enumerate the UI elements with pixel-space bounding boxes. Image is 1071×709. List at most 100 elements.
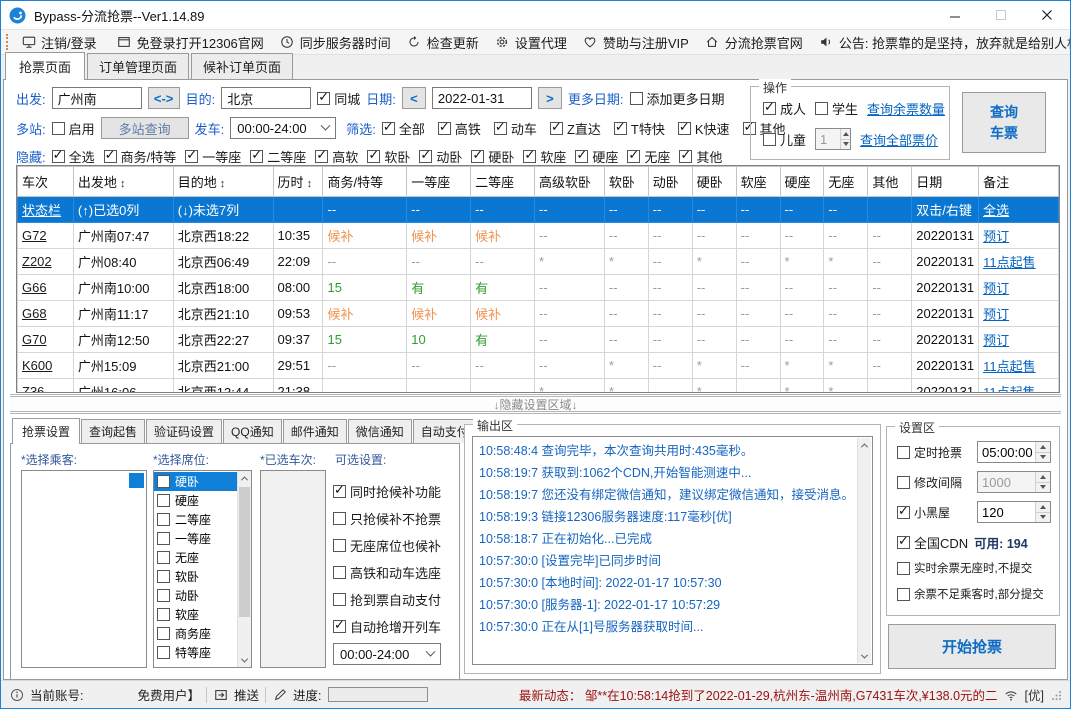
seat-option-一等座[interactable]: 一等座: [154, 529, 237, 548]
toolbar-item-5[interactable]: 赞助与注册VIP: [575, 33, 697, 52]
seat-option-动卧[interactable]: 动卧: [154, 586, 237, 605]
settings-tab-邮件通知[interactable]: 邮件通知: [282, 419, 347, 443]
settings-tab-QQ通知[interactable]: QQ通知: [223, 419, 282, 443]
hide-seat-checkbox-5[interactable]: 软卧: [367, 147, 410, 166]
date-input[interactable]: [431, 87, 532, 109]
column-header-高级软卧[interactable]: 高级软卧: [533, 166, 605, 197]
remark-link[interactable]: 11点起售: [978, 378, 1059, 392]
seat-option-硬卧[interactable]: 硬卧: [154, 472, 237, 491]
settings-tab-查询起售[interactable]: 查询起售: [81, 419, 146, 443]
toolbar-item-6[interactable]: 分流抢票官网: [697, 33, 811, 52]
scroll-down-icon[interactable]: [858, 649, 871, 663]
scroll-up-icon[interactable]: [238, 471, 251, 485]
column-header-软卧[interactable]: 软卧: [603, 166, 649, 197]
column-header-备注[interactable]: 备注: [978, 166, 1059, 197]
remark-link[interactable]: 11点起售: [978, 248, 1059, 275]
output-scrollbar[interactable]: [857, 438, 871, 663]
column-header-动卧[interactable]: 动卧: [647, 166, 693, 197]
seats-listbox[interactable]: 硬卧 硬座 二等座 一等座 无座 软卧 动卧 软座 商务座 特等座: [153, 470, 252, 668]
hide-seat-checkbox-3[interactable]: 二等座: [250, 147, 306, 166]
resize-grip[interactable]: [1052, 690, 1062, 700]
tab-订单管理页面[interactable]: 订单管理页面: [87, 53, 190, 79]
same-city-checkbox[interactable]: 同城: [317, 89, 360, 108]
train-type-checkbox-2[interactable]: 动车: [493, 119, 537, 138]
status-row[interactable]: 状态栏 (↑)已选0列 (↓)未选7列 -- -- -- -- -- -- -- -- -- -- 双击/…: [17, 196, 1059, 223]
column-header-硬卧[interactable]: 硬卧: [691, 166, 737, 197]
settings-checkbox-1[interactable]: 修改间隔: [897, 474, 962, 491]
toolbar-item-4[interactable]: 设置代理: [487, 33, 575, 52]
option-checkbox-0[interactable]: 同时抢候补功能: [333, 482, 441, 501]
hide-seat-checkbox-10[interactable]: 无座: [627, 147, 670, 166]
hide-seat-checkbox-1[interactable]: 商务/特等: [103, 147, 176, 166]
swap-stations-button[interactable]: <->: [147, 87, 180, 109]
spinner-arrows-icon[interactable]: [840, 129, 851, 149]
child-count-spinner[interactable]: 1: [815, 128, 852, 150]
tab-抢票页面[interactable]: 抢票页面: [5, 52, 86, 80]
student-checkbox[interactable]: 学生: [815, 99, 858, 118]
train-number-link[interactable]: G68: [17, 300, 74, 327]
remark-link[interactable]: 11点起售: [978, 352, 1059, 379]
train-type-checkbox-5[interactable]: K快速: [677, 119, 730, 138]
query-tickets-link[interactable]: 查询余票数量: [867, 99, 945, 118]
start-grab-button[interactable]: 开始抢票: [888, 624, 1056, 669]
column-header-二等座[interactable]: 二等座: [470, 166, 535, 197]
toolbar-item-3[interactable]: 检查更新: [399, 33, 487, 52]
settings-tab-抢票设置[interactable]: 抢票设置: [12, 418, 81, 444]
seat-option-商务座[interactable]: 商务座: [154, 624, 237, 643]
remark-link[interactable]: 预订: [978, 274, 1059, 301]
hide-seat-checkbox-2[interactable]: 一等座: [185, 147, 241, 166]
toolbar-item-2[interactable]: 同步服务器时间: [272, 33, 399, 52]
remark-link[interactable]: 预订: [978, 326, 1059, 353]
seat-option-软卧[interactable]: 软卧: [154, 567, 237, 586]
passengers-listbox[interactable]: [21, 470, 147, 668]
spinner-arrows-icon[interactable]: [1035, 472, 1050, 492]
date-prev-button[interactable]: <: [401, 87, 426, 109]
seats-scrollbar[interactable]: [237, 471, 251, 667]
column-header-目的地[interactable]: 目的地 ↕: [172, 166, 274, 197]
hide-seat-checkbox-4[interactable]: 高软: [315, 147, 358, 166]
extra-checkbox-1[interactable]: 余票不足乘客时,部分提交: [897, 586, 1044, 602]
train-type-checkbox-3[interactable]: Z直达: [549, 119, 601, 138]
column-header-历时[interactable]: 历时 ↕: [272, 166, 324, 197]
定时抢票-spinner[interactable]: 05:00:00: [977, 441, 1051, 463]
train-number-link[interactable]: G70: [17, 326, 74, 353]
column-header-一等座[interactable]: 一等座: [406, 166, 472, 197]
child-checkbox[interactable]: 儿童: [763, 130, 806, 149]
column-header-软座[interactable]: 软座: [735, 166, 781, 197]
settings-tab-验证码设置[interactable]: 验证码设置: [146, 419, 223, 443]
close-button[interactable]: [1024, 1, 1070, 29]
minimize-button[interactable]: [932, 1, 978, 29]
column-header-车次[interactable]: 车次: [17, 166, 74, 197]
hide-seat-checkbox-9[interactable]: 硬座: [575, 147, 618, 166]
extra-checkbox-0[interactable]: 实时余票无座时,不提交: [897, 560, 1032, 576]
scroll-up-icon[interactable]: [858, 438, 871, 452]
selected-trains-box[interactable]: [260, 470, 326, 668]
dest-input[interactable]: [221, 87, 312, 109]
train-type-checkbox-1[interactable]: 高铁: [437, 119, 481, 138]
settings-tab-微信通知[interactable]: 微信通知: [347, 419, 412, 443]
修改间隔-spinner[interactable]: 1000: [977, 471, 1051, 493]
hide-seat-checkbox-0[interactable]: 全选: [51, 147, 95, 166]
column-header-出发地[interactable]: 出发地 ↕: [72, 166, 174, 197]
column-header-日期[interactable]: 日期: [911, 166, 980, 197]
tab-候补订单页面[interactable]: 候补订单页面: [191, 53, 294, 79]
train-number-link[interactable]: Z202: [17, 248, 74, 275]
option-checkbox-2[interactable]: 无座席位也候补: [333, 536, 441, 555]
column-header-商务/特等[interactable]: 商务/特等: [322, 166, 408, 197]
depart-time-select[interactable]: 00:00-24:00: [230, 117, 337, 139]
push-label[interactable]: 推送: [234, 685, 259, 704]
remark-link[interactable]: 预订: [978, 300, 1059, 327]
date-next-button[interactable]: >: [537, 87, 562, 109]
seat-option-无座[interactable]: 无座: [154, 548, 237, 567]
小黑屋-spinner[interactable]: 120: [977, 501, 1051, 523]
hide-seat-checkbox-6[interactable]: 动卧: [419, 147, 462, 166]
output-log[interactable]: 10:58:48:4 查询完毕，本次查询共用时:435毫秒。 10:58:19:7…: [472, 436, 873, 665]
add-dates-checkbox[interactable]: 添加更多日期: [629, 89, 725, 108]
toolbar-item-0[interactable]: 注销/登录: [13, 33, 105, 52]
hidden-settings-divider[interactable]: ↓隐藏设置区域↓: [10, 394, 1061, 414]
spinner-arrows-icon[interactable]: [1035, 502, 1050, 522]
spinner-arrows-icon[interactable]: [1035, 442, 1050, 462]
adult-checkbox[interactable]: 成人: [763, 99, 806, 118]
option-checkbox-5[interactable]: 自动抢增开列车: [333, 617, 441, 636]
remark-link[interactable]: 预订: [978, 222, 1059, 249]
